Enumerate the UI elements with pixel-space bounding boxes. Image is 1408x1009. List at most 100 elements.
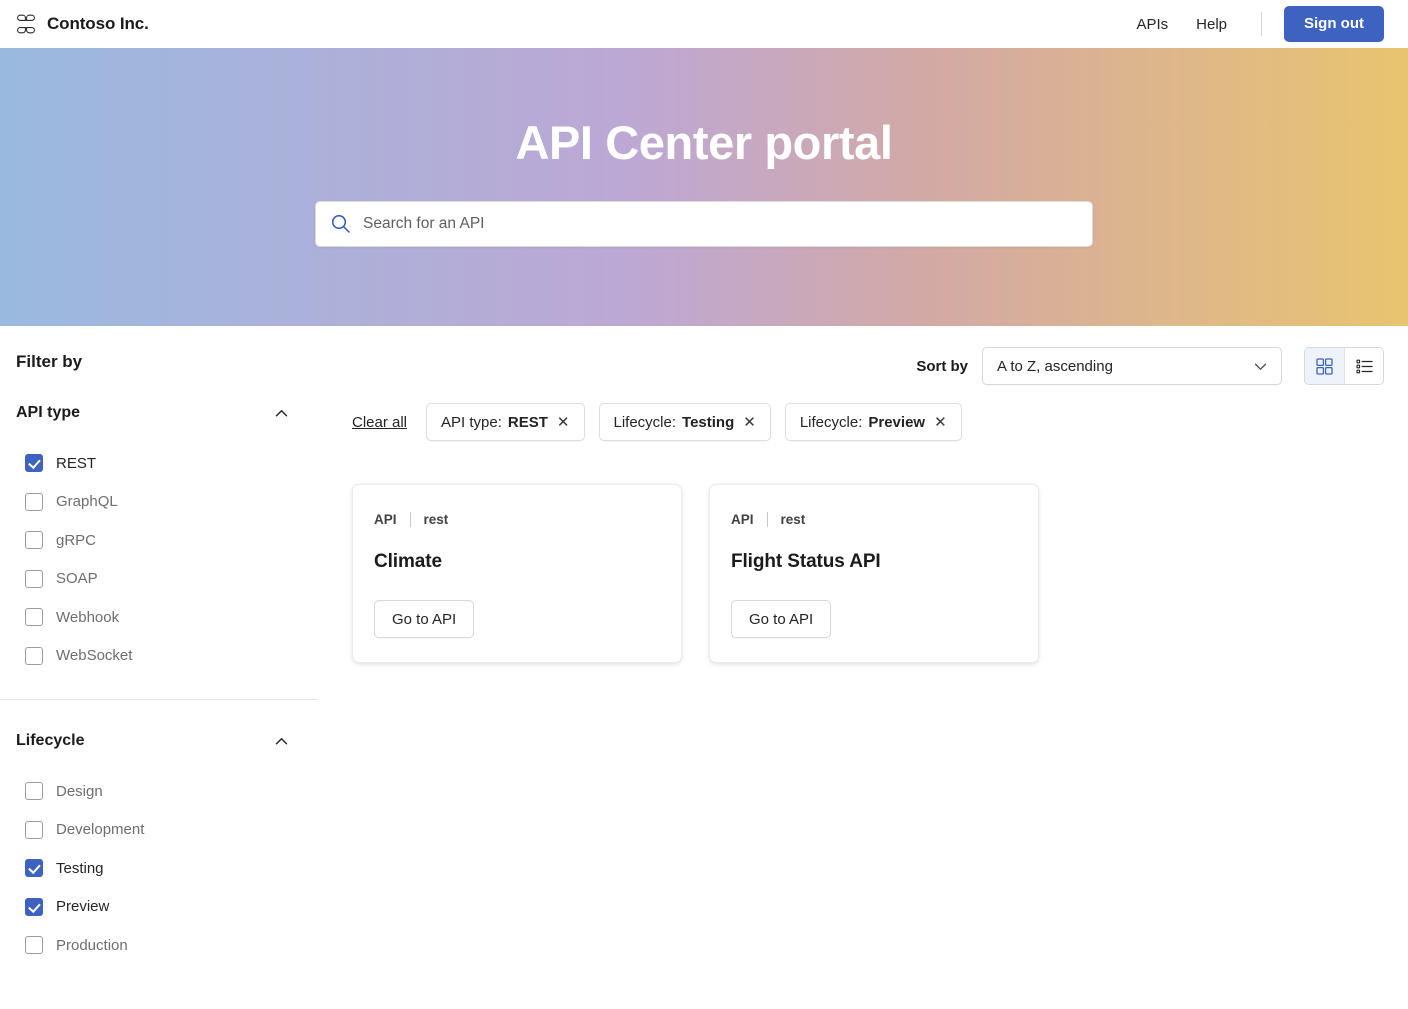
filter-by-heading: Filter by — [16, 352, 318, 372]
go-to-api-button[interactable]: Go to API — [731, 600, 831, 638]
clear-all-filters-link[interactable]: Clear all — [352, 414, 407, 431]
page-content: Filter by API type REST GraphQL — [0, 326, 1408, 965]
close-icon[interactable]: ✕ — [743, 415, 756, 430]
grid-view-button[interactable] — [1305, 348, 1344, 384]
facet-option-graphql[interactable]: GraphQL — [16, 483, 318, 522]
filter-pill-key: Lifecycle: — [800, 414, 863, 431]
grid-view-icon — [1315, 357, 1334, 376]
facet-api-type-options: REST GraphQL gRPC SOAP Webhook — [16, 444, 318, 675]
chevron-up-icon[interactable] — [273, 733, 290, 750]
facet-option-production[interactable]: Production — [16, 926, 318, 965]
facet-option-rest[interactable]: REST — [16, 444, 318, 483]
list-view-button[interactable] — [1344, 348, 1383, 384]
brand-name: Contoso Inc. — [47, 14, 149, 34]
api-card-kind: API — [731, 512, 754, 527]
api-card-title: Climate — [374, 551, 660, 573]
facet-lifecycle-title: Lifecycle — [16, 732, 84, 750]
api-card-meta: API rest — [731, 512, 1017, 527]
facet-option-label: Preview — [56, 898, 109, 915]
api-card-type: rest — [781, 512, 806, 527]
filter-sidebar: Filter by API type REST GraphQL — [0, 326, 318, 965]
facet-option-label: Production — [56, 937, 128, 954]
search-box[interactable] — [315, 201, 1093, 247]
brand-logo-link[interactable]: Contoso Inc. — [16, 14, 149, 34]
facet-option-soap[interactable]: SOAP — [16, 560, 318, 599]
filter-pill-lifecycle-testing[interactable]: Lifecycle: Testing ✕ — [599, 403, 771, 441]
facet-lifecycle-options: Design Development Testing Preview Produ… — [16, 772, 318, 965]
header-divider — [1261, 12, 1262, 36]
api-card-title: Flight Status API — [731, 551, 1017, 573]
facet-option-label: GraphQL — [56, 493, 118, 510]
top-navigation-bar: Contoso Inc. APIs Help Sign out — [0, 0, 1408, 48]
filter-pill-key: Lifecycle: — [614, 414, 677, 431]
app-grid-logo-icon — [16, 14, 36, 34]
filter-pill-value: Preview — [868, 414, 925, 431]
search-icon — [330, 213, 351, 234]
meta-divider — [767, 512, 768, 527]
filter-pill-api-type-rest[interactable]: API type: REST ✕ — [426, 403, 584, 441]
checkbox-websocket[interactable] — [25, 647, 43, 665]
checkbox-rest[interactable] — [25, 454, 43, 472]
results-toolbar: Sort by A to Z, ascending — [352, 346, 1384, 386]
sort-by-label: Sort by — [916, 358, 968, 375]
checkbox-soap[interactable] — [25, 570, 43, 588]
checkbox-design[interactable] — [25, 782, 43, 800]
facet-api-type-title: API type — [16, 404, 80, 422]
api-card-kind: API — [374, 512, 397, 527]
facet-option-label: gRPC — [56, 532, 96, 549]
checkbox-testing[interactable] — [25, 859, 43, 877]
api-card-type: rest — [424, 512, 449, 527]
search-input[interactable] — [363, 215, 1078, 233]
api-card-grid: API rest Climate Go to API API rest Flig… — [352, 484, 1384, 663]
facet-option-websocket[interactable]: WebSocket — [16, 637, 318, 676]
facet-option-design[interactable]: Design — [16, 772, 318, 811]
checkbox-preview[interactable] — [25, 898, 43, 916]
filter-pill-lifecycle-preview[interactable]: Lifecycle: Preview ✕ — [785, 403, 962, 441]
results-area: Sort by A to Z, ascending — [318, 326, 1408, 663]
facet-lifecycle: Lifecycle Design Development Testing — [16, 700, 318, 965]
go-to-api-button[interactable]: Go to API — [374, 600, 474, 638]
checkbox-production[interactable] — [25, 936, 43, 954]
facet-api-type-header[interactable]: API type — [16, 394, 318, 432]
facet-option-label: Webhook — [56, 609, 119, 626]
facet-option-testing[interactable]: Testing — [16, 849, 318, 888]
checkbox-grpc[interactable] — [25, 531, 43, 549]
checkbox-webhook[interactable] — [25, 608, 43, 626]
facet-option-development[interactable]: Development — [16, 811, 318, 850]
view-mode-toggle — [1304, 347, 1384, 385]
active-filters-row: Clear all API type: REST ✕ Lifecycle: Te… — [352, 403, 1384, 441]
header-actions: APIs Help Sign out — [1122, 6, 1384, 42]
facet-option-label: SOAP — [56, 570, 98, 587]
nav-link-help[interactable]: Help — [1182, 10, 1241, 39]
api-card-meta: API rest — [374, 512, 660, 527]
facet-option-webhook[interactable]: Webhook — [16, 598, 318, 637]
facet-option-label: Design — [56, 783, 103, 800]
checkbox-graphql[interactable] — [25, 493, 43, 511]
sort-by-select[interactable]: A to Z, ascending — [982, 347, 1282, 385]
facet-lifecycle-header[interactable]: Lifecycle — [16, 722, 318, 760]
filter-pill-value: Testing — [682, 414, 734, 431]
api-card[interactable]: API rest Climate Go to API — [352, 484, 682, 663]
facet-api-type: API type REST GraphQL gRPC — [16, 372, 318, 700]
list-view-icon — [1355, 357, 1374, 376]
sign-out-button[interactable]: Sign out — [1284, 6, 1384, 42]
api-card[interactable]: API rest Flight Status API Go to API — [709, 484, 1039, 663]
chevron-up-icon[interactable] — [273, 405, 290, 422]
nav-link-apis[interactable]: APIs — [1122, 10, 1182, 39]
facet-option-preview[interactable]: Preview — [16, 888, 318, 927]
filter-pill-key: API type: — [441, 414, 502, 431]
facet-option-label: Development — [56, 821, 144, 838]
page-title: API Center portal — [515, 117, 892, 169]
facet-option-label: REST — [56, 455, 96, 472]
facet-option-grpc[interactable]: gRPC — [16, 521, 318, 560]
meta-divider — [410, 512, 411, 527]
checkbox-development[interactable] — [25, 821, 43, 839]
sort-by-value: A to Z, ascending — [997, 358, 1252, 375]
hero-banner: API Center portal — [0, 48, 1408, 326]
facet-option-label: Testing — [56, 860, 104, 877]
facet-option-label: WebSocket — [56, 647, 132, 664]
close-icon[interactable]: ✕ — [557, 415, 570, 430]
filter-pill-value: REST — [508, 414, 548, 431]
chevron-down-icon — [1252, 358, 1269, 375]
close-icon[interactable]: ✕ — [934, 415, 947, 430]
